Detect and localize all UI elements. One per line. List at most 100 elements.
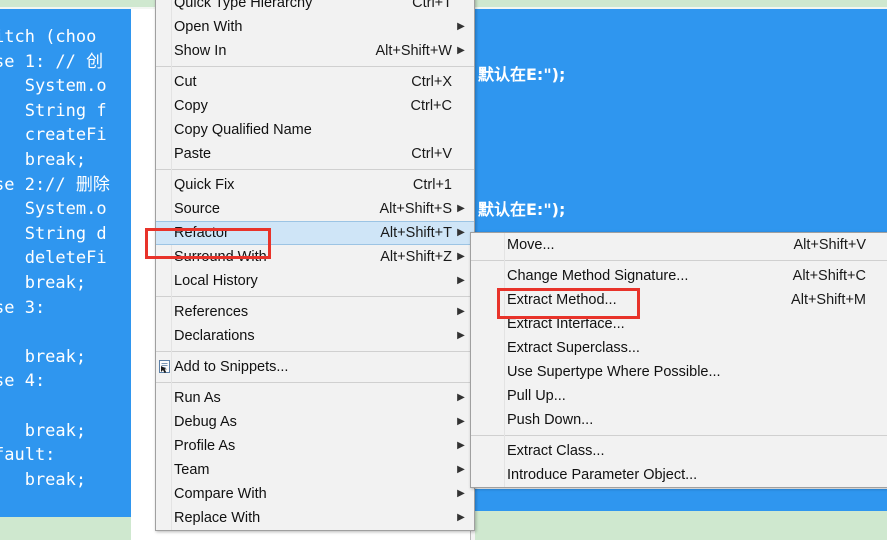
submenu-arrow-icon: ▶ xyxy=(457,416,465,427)
menu-item-add-to-snippets[interactable]: Add to Snippets...▶ xyxy=(156,355,474,379)
menu-item-label: Extract Interface... xyxy=(507,316,625,332)
menu-separator xyxy=(156,169,474,170)
code-text-right-line-1: 默认在E:"); xyxy=(478,65,566,84)
code-text-right-line-2: 默认在E:"); xyxy=(478,200,566,219)
menu-item-quick-type-hierarchy[interactable]: Quick Type HierarchyCtrl+T▶ xyxy=(156,0,474,15)
menu-item-source[interactable]: Source Alt+Shift+S ▶ xyxy=(156,197,474,221)
submenu-arrow-icon: ▶ xyxy=(457,306,465,317)
menu-item-shortcut: Alt+Shift+W xyxy=(375,43,452,59)
menu-item-replace-with[interactable]: Replace With ▶ xyxy=(156,506,474,530)
menu-item-label: Copy xyxy=(174,98,208,114)
menu-item-shortcut: Alt+Shift+V xyxy=(793,237,866,253)
editor-marker-band-left xyxy=(0,517,131,540)
menu-item-label: Team xyxy=(174,462,210,478)
menu-item-label: Quick Fix xyxy=(174,177,235,193)
refactor-submenu[interactable]: Move...Alt+Shift+V▶Change Method Signatu… xyxy=(470,232,887,488)
snippet-icon xyxy=(159,360,170,373)
menu-item-label: Extract Class... xyxy=(507,443,605,459)
menu-item-shortcut: Alt+Shift+Z xyxy=(380,249,452,265)
menu-item-label: Refactor xyxy=(174,225,229,241)
menu-item-label: Move... xyxy=(507,237,555,253)
submenu-arrow-icon: ▶ xyxy=(457,21,465,32)
menu-item-push-down[interactable]: Push Down...▶ xyxy=(471,408,887,432)
menu-item-copy-qualified-name[interactable]: Copy Qualified Name▶ xyxy=(156,118,474,142)
submenu-arrow-icon: ▶ xyxy=(457,251,465,262)
submenu-arrow-icon: ▶ xyxy=(457,464,465,475)
menu-item-label: Compare With xyxy=(174,486,267,502)
menu-separator xyxy=(156,382,474,383)
menu-separator xyxy=(156,296,474,297)
menu-item-label: Extract Superclass... xyxy=(507,340,640,356)
menu-separator xyxy=(156,66,474,67)
submenu-arrow-icon: ▶ xyxy=(457,440,465,451)
submenu-arrow-icon: ▶ xyxy=(457,488,465,499)
menu-item-label: Extract Method... xyxy=(507,292,617,308)
menu-item-shortcut: Ctrl+V xyxy=(411,146,452,162)
menu-separator xyxy=(471,435,887,436)
menu-item-references[interactable]: References ▶ xyxy=(156,300,474,324)
menu-item-copy[interactable]: CopyCtrl+C▶ xyxy=(156,94,474,118)
menu-item-shortcut: Alt+Shift+T xyxy=(380,225,452,241)
submenu-arrow-icon: ▶ xyxy=(457,512,465,523)
menu-item-label: Copy Qualified Name xyxy=(174,122,312,138)
menu-item-change-method-signature[interactable]: Change Method Signature...Alt+Shift+C▶ xyxy=(471,264,887,288)
menu-item-label: Paste xyxy=(174,146,212,162)
menu-item-label: Push Down... xyxy=(507,412,594,428)
menu-item-label: Surround With xyxy=(174,249,267,265)
submenu-arrow-icon: ▶ xyxy=(457,203,465,214)
menu-item-shortcut: Alt+Shift+M xyxy=(791,292,866,308)
menu-item-label: Change Method Signature... xyxy=(507,268,689,284)
menu-item-shortcut: Alt+Shift+S xyxy=(379,201,452,217)
code-text-left: itch (choo se 1: // 创 System.o String f … xyxy=(0,27,110,490)
menu-item-use-supertype-where-possible[interactable]: Use Supertype Where Possible...▶ xyxy=(471,360,887,384)
menu-item-quick-fix[interactable]: Quick FixCtrl+1▶ xyxy=(156,173,474,197)
menu-item-declarations[interactable]: Declarations ▶ xyxy=(156,324,474,348)
menu-item-label: Open With xyxy=(174,19,243,35)
menu-item-surround-with[interactable]: Surround With Alt+Shift+Z ▶ xyxy=(156,245,474,269)
menu-item-cut[interactable]: CutCtrl+X▶ xyxy=(156,70,474,94)
submenu-arrow-icon: ▶ xyxy=(457,227,465,238)
menu-item-local-history[interactable]: Local History ▶ xyxy=(156,269,474,293)
menu-item-label: References xyxy=(174,304,249,320)
menu-item-shortcut: Ctrl+C xyxy=(410,98,453,114)
editor-marker-band-bottom-right xyxy=(474,511,887,540)
menu-item-move[interactable]: Move...Alt+Shift+V▶ xyxy=(471,233,887,257)
menu-item-open-with[interactable]: Open With ▶ xyxy=(156,15,474,39)
menu-item-shortcut: Ctrl+T xyxy=(412,0,452,11)
menu-item-team[interactable]: Team ▶ xyxy=(156,458,474,482)
menu-item-extract-interface[interactable]: Extract Interface...▶ xyxy=(471,312,887,336)
menu-item-label: Use Supertype Where Possible... xyxy=(507,364,721,380)
menu-item-label: Show In xyxy=(174,43,227,59)
menu-item-introduce-parameter-object[interactable]: Introduce Parameter Object...▶ xyxy=(471,463,887,487)
menu-item-debug-as[interactable]: Debug As ▶ xyxy=(156,410,474,434)
menu-item-extract-superclass[interactable]: Extract Superclass...▶ xyxy=(471,336,887,360)
menu-item-shortcut: Ctrl+X xyxy=(411,74,452,90)
editor-context-menu[interactable]: Quick Type HierarchyCtrl+T▶Open With▶Sho… xyxy=(155,0,475,531)
menu-item-label: Source xyxy=(174,201,220,217)
menu-separator xyxy=(471,260,887,261)
menu-item-label: Introduce Parameter Object... xyxy=(507,467,698,483)
menu-item-extract-method[interactable]: Extract Method...Alt+Shift+M▶ xyxy=(471,288,887,312)
menu-item-shortcut: Ctrl+1 xyxy=(412,177,452,193)
menu-item-compare-with[interactable]: Compare With ▶ xyxy=(156,482,474,506)
menu-item-pull-up[interactable]: Pull Up...▶ xyxy=(471,384,887,408)
menu-item-profile-as[interactable]: Profile As ▶ xyxy=(156,434,474,458)
menu-item-label: Pull Up... xyxy=(507,388,566,404)
menu-item-label: Run As xyxy=(174,390,221,406)
menu-item-label: Declarations xyxy=(174,328,255,344)
menu-item-label: Debug As xyxy=(174,414,237,430)
menu-item-run-as[interactable]: Run As ▶ xyxy=(156,386,474,410)
menu-item-show-in[interactable]: Show In Alt+Shift+W ▶ xyxy=(156,39,474,63)
menu-item-label: Replace With xyxy=(174,510,261,526)
menu-item-label: Cut xyxy=(174,74,197,90)
menu-item-extract-class[interactable]: Extract Class...▶ xyxy=(471,439,887,463)
menu-item-label: Profile As xyxy=(174,438,236,454)
menu-item-paste[interactable]: PasteCtrl+V▶ xyxy=(156,142,474,166)
submenu-arrow-icon: ▶ xyxy=(457,275,465,286)
menu-item-label: Local History xyxy=(174,273,258,289)
menu-item-label: Add to Snippets... xyxy=(174,359,289,375)
menu-item-refactor[interactable]: Refactor Alt+Shift+T ▶ xyxy=(156,221,474,245)
submenu-arrow-icon: ▶ xyxy=(457,330,465,341)
submenu-arrow-icon: ▶ xyxy=(457,45,465,56)
menu-item-shortcut: Alt+Shift+C xyxy=(792,268,866,284)
